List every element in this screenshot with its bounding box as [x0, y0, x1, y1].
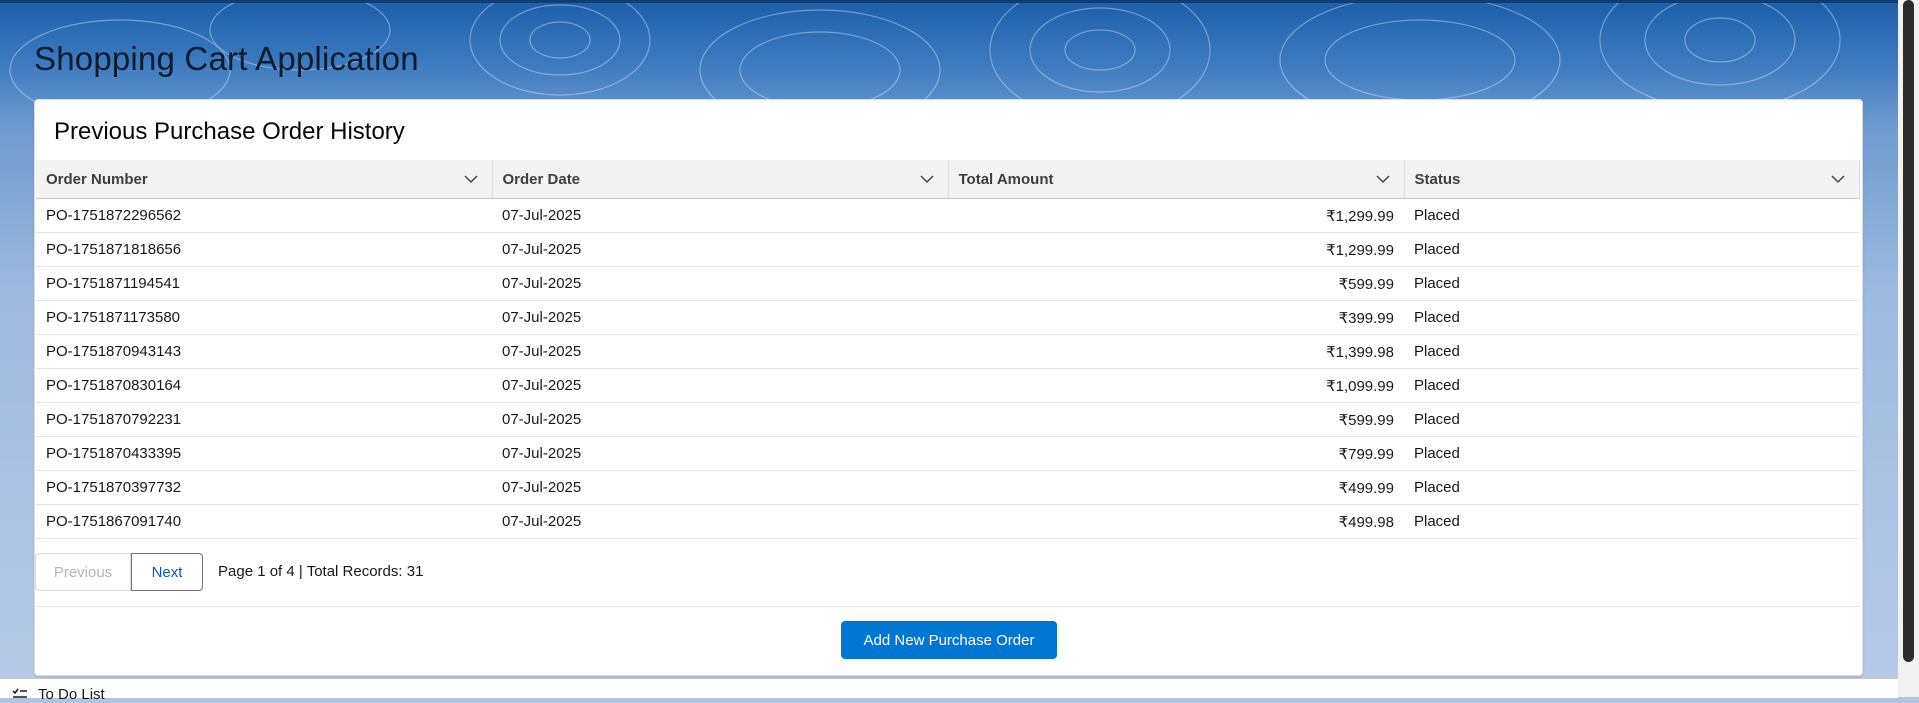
order-date-cell: 07-Jul-2025 — [492, 198, 948, 233]
column-header-label: Order Number — [46, 170, 148, 188]
utility-bar: To Do List — [0, 678, 1898, 703]
chevron-down-icon[interactable] — [463, 173, 478, 185]
order-date-cell: 07-Jul-2025 — [492, 368, 948, 403]
column-header-label: Status — [1414, 170, 1461, 188]
table-row: PO-1751870830164 07-Jul-2025 ₹1,099.99 P… — [36, 368, 1859, 403]
chevron-down-icon[interactable] — [1375, 173, 1390, 185]
chevron-down-icon[interactable] — [1830, 173, 1845, 185]
status-cell: Placed — [1404, 266, 1859, 301]
order-number-cell: PO-1751870943143 — [36, 334, 492, 369]
total-amount-cell: ₹799.99 — [948, 436, 1404, 471]
total-amount-cell: ₹499.99 — [948, 470, 1404, 505]
column-header-label: Order Date — [502, 170, 581, 188]
total-amount-cell: ₹1,299.99 — [948, 232, 1404, 267]
status-cell: Placed — [1404, 368, 1859, 403]
order-date-cell: 07-Jul-2025 — [492, 436, 948, 471]
todo-list-icon[interactable] — [12, 688, 28, 700]
table-row: PO-1751870943143 07-Jul-2025 ₹1,399.98 P… — [36, 334, 1859, 369]
next-button[interactable]: Next — [131, 553, 203, 591]
scrollbar-thumb[interactable] — [1903, 0, 1914, 662]
status-cell: Placed — [1404, 232, 1859, 267]
table-row: PO-1751872296562 07-Jul-2025 ₹1,299.99 P… — [36, 198, 1859, 233]
column-header-status[interactable]: Status — [1404, 160, 1860, 199]
order-number-cell: PO-1751867091740 — [36, 504, 492, 539]
total-amount-cell: ₹599.99 — [948, 266, 1404, 301]
total-amount-cell: ₹1,099.99 — [948, 368, 1404, 403]
order-number-cell: PO-1751870792231 — [36, 402, 492, 437]
table-row: PO-1751871173580 07-Jul-2025 ₹399.99 Pla… — [36, 300, 1859, 335]
order-date-cell: 07-Jul-2025 — [492, 402, 948, 437]
order-number-cell: PO-1751871173580 — [36, 300, 492, 335]
column-header-order-number[interactable]: Order Number — [36, 160, 493, 199]
table-row: PO-1751871818656 07-Jul-2025 ₹1,299.99 P… — [36, 232, 1859, 267]
status-cell: Placed — [1404, 198, 1859, 233]
todo-list-label[interactable]: To Do List — [38, 686, 105, 703]
order-history-card: Previous Purchase Order History Order Nu… — [34, 99, 1863, 676]
order-date-cell: 07-Jul-2025 — [492, 334, 948, 369]
order-date-cell: 07-Jul-2025 — [492, 232, 948, 267]
order-number-cell: PO-1751872296562 — [36, 198, 492, 233]
status-cell: Placed — [1404, 300, 1859, 335]
total-amount-cell: ₹499.98 — [948, 504, 1404, 539]
total-amount-cell: ₹599.99 — [948, 402, 1404, 437]
table-row: PO-1751870433395 07-Jul-2025 ₹799.99 Pla… — [36, 436, 1859, 471]
table-row: PO-1751871194541 07-Jul-2025 ₹599.99 Pla… — [36, 266, 1859, 301]
status-cell: Placed — [1404, 470, 1859, 505]
order-number-cell: PO-1751870433395 — [36, 436, 492, 471]
total-amount-cell: ₹1,299.99 — [948, 198, 1404, 233]
status-cell: Placed — [1404, 504, 1859, 539]
previous-button[interactable]: Previous — [35, 553, 131, 591]
table-header-row: Order Number Order Date Total Amount Sta… — [36, 160, 1860, 199]
order-date-cell: 07-Jul-2025 — [492, 470, 948, 505]
table-row: PO-1751870792231 07-Jul-2025 ₹599.99 Pla… — [36, 402, 1859, 437]
order-date-cell: 07-Jul-2025 — [492, 300, 948, 335]
order-date-cell: 07-Jul-2025 — [492, 266, 948, 301]
column-header-total-amount[interactable]: Total Amount — [948, 160, 1405, 199]
status-cell: Placed — [1404, 402, 1859, 437]
card-title: Previous Purchase Order History — [54, 118, 405, 145]
column-header-order-date[interactable]: Order Date — [492, 160, 949, 199]
order-number-cell: PO-1751870397732 — [36, 470, 492, 505]
total-amount-cell: ₹399.99 — [948, 300, 1404, 335]
table-row: PO-1751870397732 07-Jul-2025 ₹499.99 Pla… — [36, 470, 1859, 505]
chevron-down-icon[interactable] — [919, 173, 934, 185]
status-cell: Placed — [1404, 334, 1859, 369]
top-border — [0, 0, 1898, 3]
order-date-cell: 07-Jul-2025 — [492, 504, 948, 539]
order-number-cell: PO-1751871818656 — [36, 232, 492, 267]
status-cell: Placed — [1404, 436, 1859, 471]
order-number-cell: PO-1751870830164 — [36, 368, 492, 403]
total-amount-cell: ₹1,399.98 — [948, 334, 1404, 369]
order-number-cell: PO-1751871194541 — [36, 266, 492, 301]
footer-divider — [35, 606, 1860, 607]
app-title: Shopping Cart Application — [34, 40, 419, 77]
column-header-label: Total Amount — [958, 170, 1054, 188]
table-row: PO-1751867091740 07-Jul-2025 ₹499.98 Pla… — [36, 504, 1859, 539]
vertical-scrollbar[interactable] — [1898, 0, 1919, 697]
page-info: Page 1 of 4 | Total Records: 31 — [218, 563, 424, 580]
order-history-table: Order Number Order Date Total Amount Sta… — [36, 160, 1860, 539]
add-new-purchase-order-button[interactable]: Add New Purchase Order — [841, 621, 1057, 659]
